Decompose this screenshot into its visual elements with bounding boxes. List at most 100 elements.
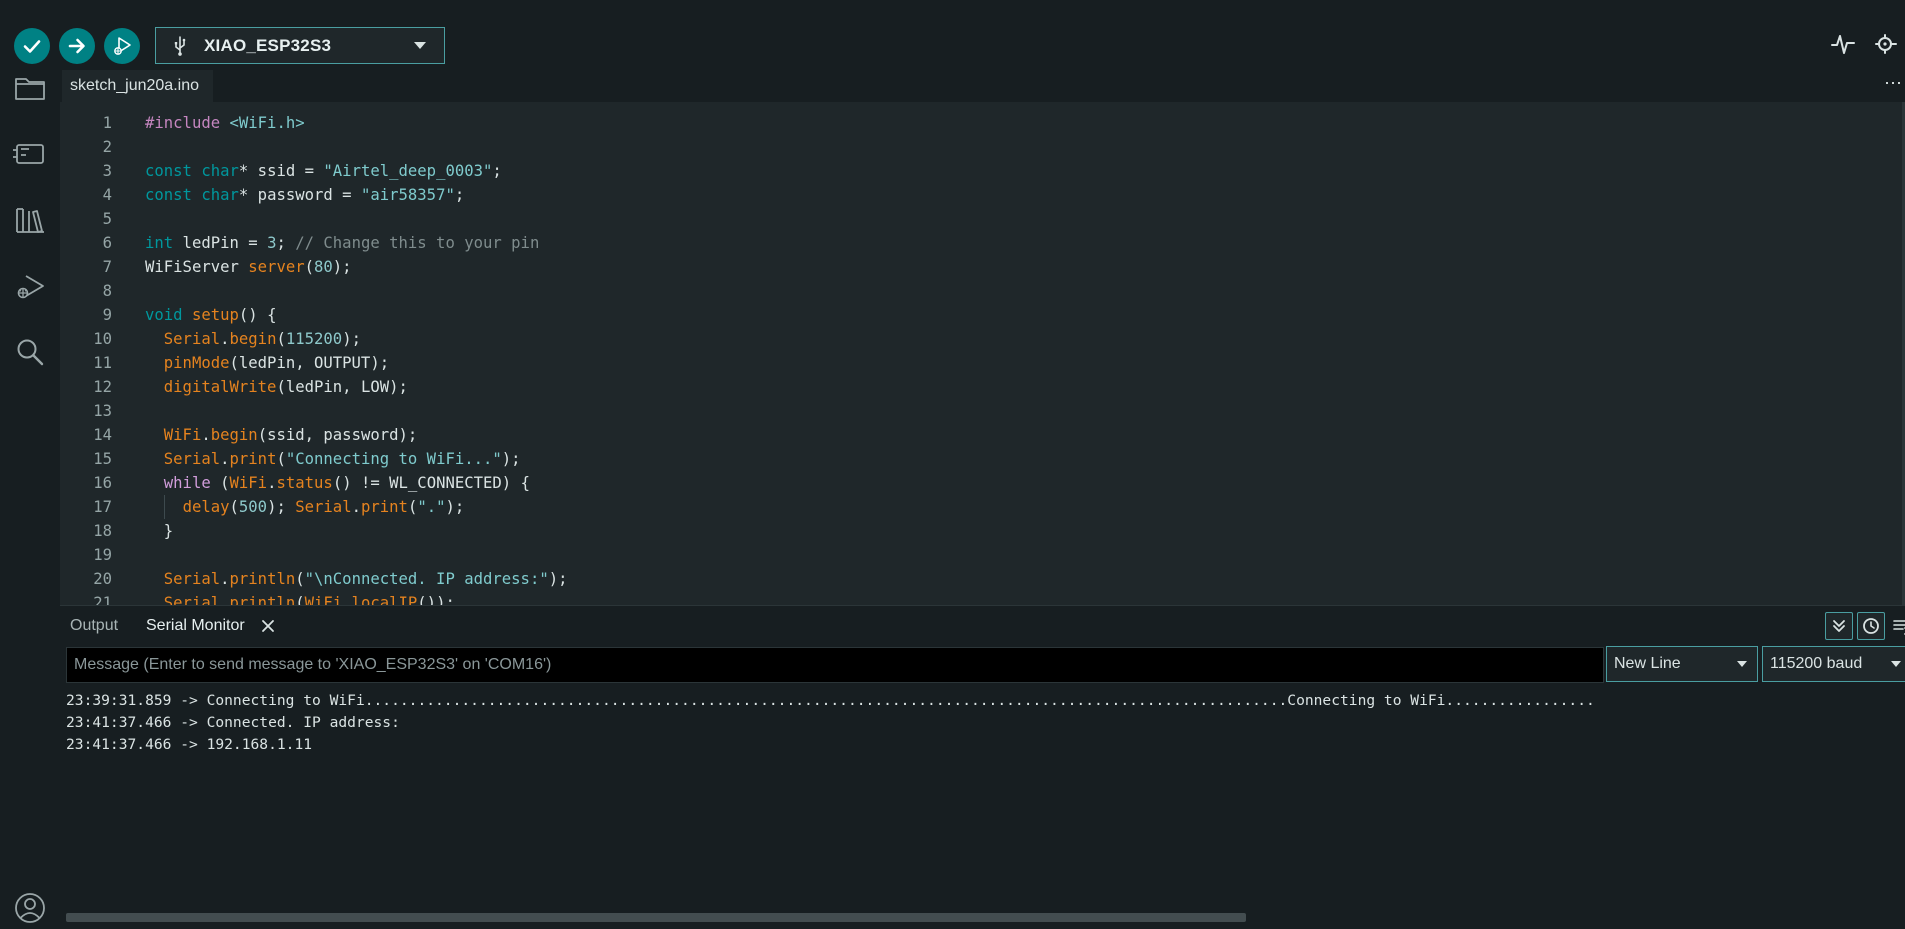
code-line: 17 delay(500); Serial.print("."); bbox=[60, 495, 1860, 519]
library-manager-icon[interactable] bbox=[12, 202, 48, 238]
serial-output-line: 23:41:37.466 -> Connected. IP address: bbox=[66, 714, 400, 731]
board-name: XIAO_ESP32S3 bbox=[204, 35, 332, 55]
code-text: const char* password = "air58357"; bbox=[145, 186, 465, 204]
chevron-down-icon bbox=[414, 42, 426, 49]
line-number: 8 bbox=[102, 282, 112, 300]
close-icon[interactable] bbox=[256, 614, 280, 638]
autoscroll-button[interactable] bbox=[1825, 612, 1853, 640]
code-text: Serial.print("Connecting to WiFi..."); bbox=[163, 450, 521, 468]
checkmark-icon bbox=[23, 40, 41, 53]
line-number: 10 bbox=[93, 330, 112, 348]
code-line: 2 bbox=[60, 135, 1860, 159]
code-line: 9 void setup() { bbox=[60, 303, 1860, 327]
code-line: 3 const char* ssid = "Airtel_deep_0003"; bbox=[60, 159, 1860, 183]
code-text: #include <WiFi.h> bbox=[145, 114, 305, 132]
more-actions-icon[interactable]: ⋯ bbox=[1881, 70, 1905, 102]
code-line: 10 Serial.begin(115200); bbox=[60, 327, 1860, 351]
code-line: 15 Serial.print("Connecting to WiFi...")… bbox=[60, 447, 1860, 471]
code-line: 6 int ledPin = 3; // Change this to your … bbox=[60, 231, 1860, 255]
code-line: 1 #include <WiFi.h> bbox=[60, 111, 1860, 135]
code-line: 7 WiFiServer server(80); bbox=[60, 255, 1860, 279]
panel-tabs: Output Serial Monitor bbox=[60, 606, 1905, 646]
code-line: 12 digitalWrite(ledPin, LOW); bbox=[60, 375, 1860, 399]
code-line: 14 WiFi.begin(ssid, password); bbox=[60, 423, 1860, 447]
line-number: 2 bbox=[102, 138, 112, 156]
boards-manager-icon[interactable] bbox=[12, 136, 48, 172]
upload-button[interactable] bbox=[59, 28, 95, 64]
code-text: Serial.println("\nConnected. IP address:… bbox=[163, 570, 568, 588]
chevron-down-icon bbox=[1891, 661, 1901, 667]
baud-rate-value: 115200 baud bbox=[1770, 655, 1863, 672]
line-number: 12 bbox=[93, 378, 112, 396]
serial-output-line: 23:39:31.859 -> Connecting to WiFi......… bbox=[66, 692, 1595, 709]
line-number: 13 bbox=[93, 402, 112, 420]
line-ending-value: New Line bbox=[1614, 655, 1681, 672]
account-icon[interactable] bbox=[12, 890, 48, 926]
line-number: 18 bbox=[93, 522, 112, 540]
serial-output: 23:39:31.859 -> Connecting to WiFi......… bbox=[66, 690, 1905, 890]
line-number: 19 bbox=[93, 546, 112, 564]
line-number: 6 bbox=[102, 234, 112, 252]
code-text: pinMode(ledPin, OUTPUT); bbox=[163, 354, 390, 372]
serial-message-field[interactable] bbox=[66, 647, 1604, 683]
serial-output-line: 23:41:37.466 -> 192.168.1.11 bbox=[66, 736, 313, 753]
baud-rate-select[interactable]: 115200 baud bbox=[1762, 646, 1905, 682]
activity-sidebar bbox=[0, 70, 60, 929]
code-text: } bbox=[145, 522, 174, 540]
code-text: while (WiFi.status() != WL_CONNECTED) { bbox=[163, 474, 530, 492]
code-line: 19 bbox=[60, 543, 1860, 567]
line-number: 1 bbox=[102, 114, 112, 132]
tab-output[interactable]: Output bbox=[70, 606, 118, 646]
title-strip bbox=[0, 0, 1905, 10]
sketchbook-icon[interactable] bbox=[12, 70, 48, 106]
line-number: 7 bbox=[102, 258, 112, 276]
editor-tabs: sketch_jun20a.ino ⋯ bbox=[60, 70, 1905, 102]
code-text: Serial.println(WiFi.localIP()); bbox=[163, 594, 455, 605]
clock-icon bbox=[1863, 618, 1879, 634]
code-line: 16 while (WiFi.status() != WL_CONNECTED)… bbox=[60, 471, 1860, 495]
clear-output-button[interactable] bbox=[1889, 612, 1905, 640]
line-number: 5 bbox=[102, 210, 112, 228]
usb-icon bbox=[174, 35, 186, 56]
line-number: 9 bbox=[102, 306, 112, 324]
code-text: const char* ssid = "Airtel_deep_0003"; bbox=[145, 162, 502, 180]
indent-guide bbox=[164, 495, 165, 519]
code-text: int ledPin = 3; // Change this to your p… bbox=[145, 234, 540, 252]
verify-button[interactable] bbox=[14, 28, 50, 64]
chevron-down-icon bbox=[1737, 661, 1747, 667]
debug-button[interactable] bbox=[104, 28, 140, 64]
line-number: 15 bbox=[93, 450, 112, 468]
toolbar: XIAO_ESP32S3 bbox=[0, 10, 1905, 70]
code-line: 21 Serial.println(WiFi.localIP()); bbox=[60, 591, 1860, 605]
serial-plotter-icon[interactable] bbox=[1829, 30, 1857, 58]
serial-monitor-icon[interactable] bbox=[1872, 30, 1900, 58]
tab-serial-monitor[interactable]: Serial Monitor bbox=[146, 606, 245, 646]
timestamp-button[interactable] bbox=[1857, 612, 1885, 640]
double-chevron-down-icon bbox=[1833, 620, 1845, 632]
serial-message-input[interactable] bbox=[67, 648, 1603, 682]
editor-area: sketch_jun20a.ino ⋯ 1 #include <WiFi.h> 2 3… bbox=[60, 70, 1905, 605]
arrow-right-icon bbox=[68, 38, 85, 54]
code-text: WiFi.begin(ssid, password); bbox=[163, 426, 418, 444]
code-line: 8 bbox=[60, 279, 1860, 303]
code-text: delay(500); Serial.print("."); bbox=[182, 498, 465, 516]
line-number: 14 bbox=[93, 426, 112, 444]
line-number: 4 bbox=[102, 186, 112, 204]
line-number: 17 bbox=[93, 498, 112, 516]
code-line: 4 const char* password = "air58357"; bbox=[60, 183, 1860, 207]
debug-play-icon bbox=[114, 37, 131, 55]
search-icon[interactable] bbox=[12, 334, 48, 370]
horizontal-scrollbar[interactable] bbox=[66, 913, 1246, 922]
code-editor[interactable]: 1 #include <WiFi.h> 2 3 const char* ssid = "… bbox=[60, 102, 1905, 605]
code-line: 5 bbox=[60, 207, 1860, 231]
board-selector[interactable]: XIAO_ESP32S3 bbox=[155, 27, 445, 64]
arduino-ide-window: XIAO_ESP32S3 sketch_jun20a.ino ⋯ 1 #inclu… bbox=[0, 0, 1905, 929]
line-ending-select[interactable]: New Line bbox=[1606, 646, 1758, 682]
line-number: 11 bbox=[93, 354, 112, 372]
clear-lines-icon bbox=[1893, 620, 1905, 635]
code-text: digitalWrite(ledPin, LOW); bbox=[163, 378, 408, 396]
debug-icon[interactable] bbox=[12, 268, 48, 304]
code-line: 13 bbox=[60, 399, 1860, 423]
tab-sketch-file[interactable]: sketch_jun20a.ino bbox=[62, 70, 213, 102]
bottom-panel: Output Serial Monitor New Line 115200 ba… bbox=[60, 605, 1905, 929]
